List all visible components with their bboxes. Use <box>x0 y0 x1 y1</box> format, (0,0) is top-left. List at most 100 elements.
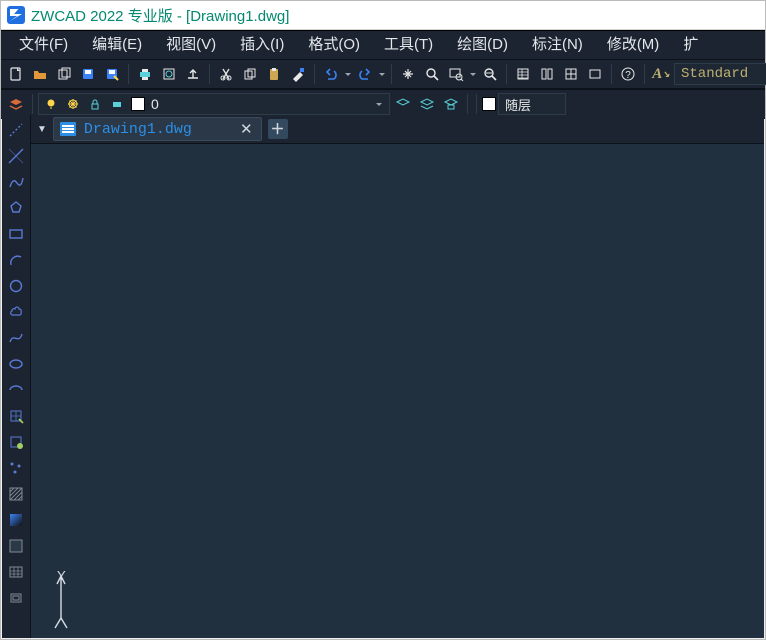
publish-button[interactable] <box>182 63 204 85</box>
redo-button[interactable] <box>354 63 376 85</box>
revision-cloud-tool[interactable] <box>5 301 27 323</box>
menu-tools[interactable]: 工具(T) <box>372 31 445 59</box>
separator <box>391 64 392 84</box>
layer-states-button[interactable] <box>416 93 438 115</box>
circle-tool[interactable] <box>5 275 27 297</box>
help-button[interactable]: ? <box>617 63 639 85</box>
spline-tool[interactable] <box>5 327 27 349</box>
redo-dropdown[interactable] <box>378 63 386 85</box>
color-bylayer-selector[interactable]: 随层 <box>498 93 566 115</box>
layer-previous-button[interactable] <box>392 93 414 115</box>
multi-documents-button[interactable] <box>53 63 75 85</box>
layer-properties-button[interactable] <box>5 93 27 115</box>
menu-modify[interactable]: 修改(M) <box>595 31 672 59</box>
polygon-tool[interactable] <box>5 197 27 219</box>
layer-on-icon <box>43 98 59 110</box>
layer-plot-icon <box>109 98 125 110</box>
separator <box>467 94 468 114</box>
design-center-button[interactable] <box>560 63 582 85</box>
menu-format[interactable]: 格式(O) <box>296 31 372 59</box>
construction-line-tool[interactable] <box>5 145 27 167</box>
properties-palette-button[interactable] <box>512 63 534 85</box>
region-tool[interactable] <box>5 535 27 557</box>
block-insert-tool[interactable] <box>5 405 27 427</box>
separator <box>644 64 645 84</box>
close-tab-icon[interactable]: ✕ <box>240 120 253 139</box>
new-tab-button[interactable]: ＋ <box>268 119 288 139</box>
title-bar: ZWCAD 2022 专业版 - [Drawing1.dwg] <box>1 1 765 30</box>
open-button[interactable] <box>29 63 51 85</box>
save-button[interactable] <box>77 63 99 85</box>
color-swatch[interactable] <box>482 97 496 111</box>
line-tool[interactable] <box>5 119 27 141</box>
polyline-tool[interactable] <box>5 171 27 193</box>
window-title: ZWCAD 2022 专业版 - [Drawing1.dwg] <box>31 5 289 26</box>
menu-dim[interactable]: 标注(N) <box>520 31 595 59</box>
document-area: ▼ Drawing1.dwg ✕ ＋ Y <box>31 115 764 638</box>
match-properties-button[interactable] <box>287 63 309 85</box>
menu-insert[interactable]: 插入(I) <box>228 31 296 59</box>
print-preview-button[interactable] <box>158 63 180 85</box>
gradient-tool[interactable] <box>5 509 27 531</box>
zoom-realtime-button[interactable] <box>421 63 443 85</box>
ucs-y-label: Y <box>57 568 66 583</box>
layer-walk-button[interactable] <box>440 93 462 115</box>
document-tab-active[interactable]: Drawing1.dwg ✕ <box>53 117 262 141</box>
draw-toolbar <box>2 115 31 638</box>
layer-name: 0 <box>151 96 159 112</box>
table-tool[interactable] <box>5 561 27 583</box>
menu-file[interactable]: 文件(F) <box>7 31 80 59</box>
layer-color-swatch <box>131 97 145 111</box>
pan-button[interactable] <box>397 63 419 85</box>
document-tab-strip: ▼ Drawing1.dwg ✕ ＋ <box>31 115 764 144</box>
separator <box>314 64 315 84</box>
zoom-previous-button[interactable] <box>479 63 501 85</box>
print-button[interactable] <box>134 63 156 85</box>
clean-screen-button[interactable] <box>584 63 606 85</box>
rectangle-tool[interactable] <box>5 223 27 245</box>
menu-extend[interactable]: 扩 <box>671 31 702 59</box>
layer-lock-icon <box>87 98 103 110</box>
point-tool[interactable] <box>5 457 27 479</box>
standard-toolbar: ? A↘ Standard <box>1 59 765 89</box>
ellipse-arc-tool[interactable] <box>5 379 27 401</box>
text-style-button[interactable]: A↘ <box>650 63 672 85</box>
dwg-file-icon <box>60 122 76 136</box>
menu-edit[interactable]: 编辑(E) <box>80 31 154 59</box>
donut-tool[interactable] <box>5 587 27 609</box>
separator <box>611 64 612 84</box>
ellipse-tool[interactable] <box>5 353 27 375</box>
app-logo-icon <box>7 6 25 24</box>
new-document-button[interactable] <box>5 63 27 85</box>
hatch-tool[interactable] <box>5 483 27 505</box>
drawing-canvas[interactable]: Y <box>31 144 764 638</box>
tab-scroll-icon[interactable]: ▼ <box>37 124 47 135</box>
separator <box>209 64 210 84</box>
zoom-dropdown[interactable] <box>469 63 477 85</box>
menu-view[interactable]: 视图(V) <box>154 31 228 59</box>
cut-button[interactable] <box>215 63 237 85</box>
menu-bar: 文件(F) 编辑(E) 视图(V) 插入(I) 格式(O) 工具(T) 绘图(D… <box>1 30 765 59</box>
ucs-axis-icon: Y <box>45 570 91 630</box>
tool-palettes-button[interactable] <box>536 63 558 85</box>
document-tab-label: Drawing1.dwg <box>84 121 192 138</box>
separator <box>476 94 477 114</box>
color-bylayer-value: 随层 <box>505 95 531 114</box>
make-block-tool[interactable] <box>5 431 27 453</box>
layer-selector[interactable]: 0 <box>38 93 390 115</box>
layer-dropdown-icon[interactable] <box>375 93 383 115</box>
save-as-button[interactable] <box>101 63 123 85</box>
separator <box>32 94 33 114</box>
copy-button[interactable] <box>239 63 261 85</box>
text-style-selector[interactable]: Standard <box>674 63 766 85</box>
zoom-window-button[interactable] <box>445 63 467 85</box>
separator <box>506 64 507 84</box>
arc-tool[interactable] <box>5 249 27 271</box>
main-area: ▼ Drawing1.dwg ✕ ＋ Y <box>2 115 764 638</box>
undo-dropdown[interactable] <box>344 63 352 85</box>
undo-button[interactable] <box>320 63 342 85</box>
menu-draw[interactable]: 绘图(D) <box>445 31 520 59</box>
paste-button[interactable] <box>263 63 285 85</box>
svg-text:?: ? <box>625 70 631 81</box>
layer-freeze-icon <box>65 98 81 110</box>
